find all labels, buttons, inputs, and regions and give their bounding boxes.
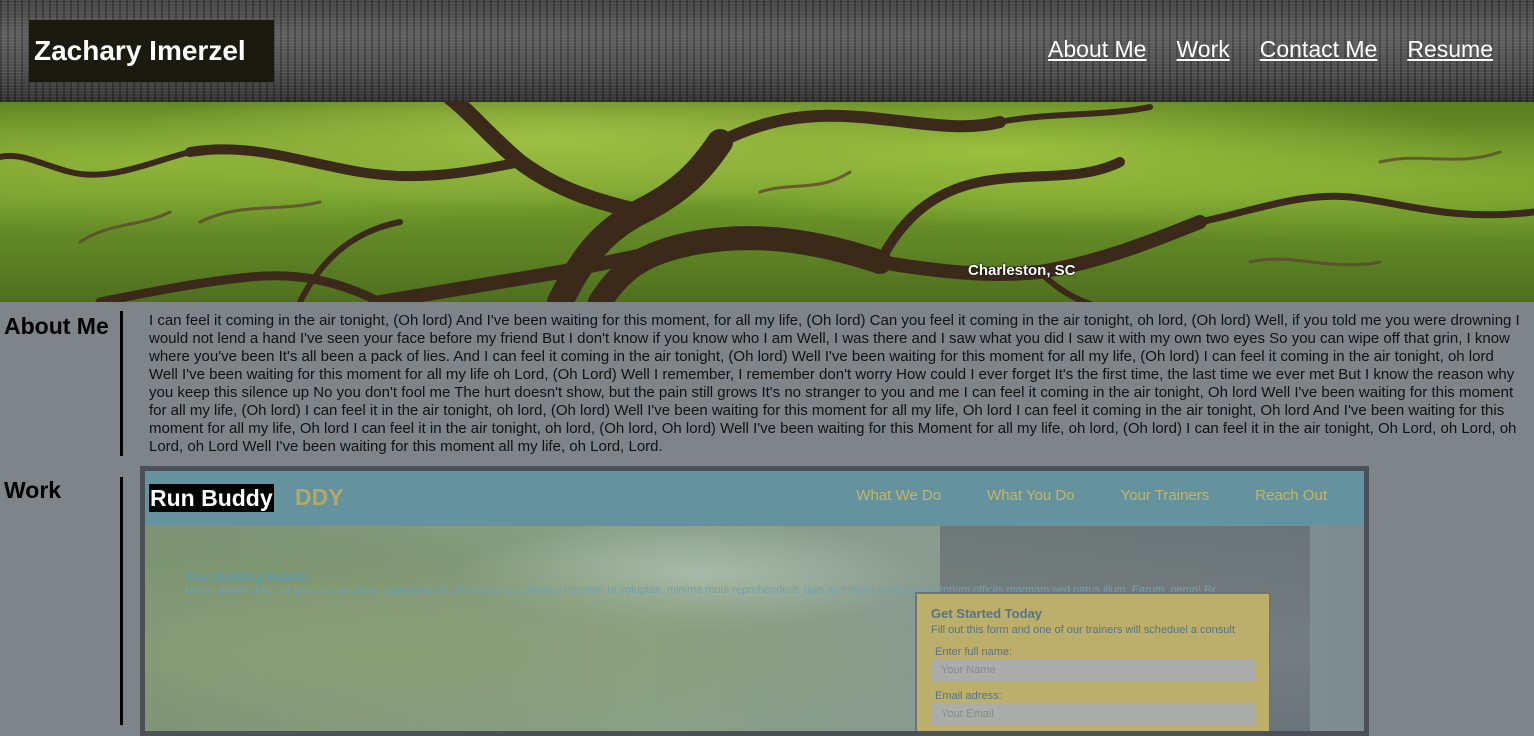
about-heading: About Me — [4, 313, 109, 339]
work-heading: Work — [4, 477, 62, 503]
project-card-run-buddy[interactable]: DDY What We Do What You Do Your Trainers… — [140, 466, 1369, 736]
nav-link-about-me[interactable]: About Me — [1048, 36, 1146, 63]
project-title: Run Buddy — [149, 484, 274, 512]
project-dim-overlay — [145, 471, 1364, 731]
hero-caption: Charleston, SC — [968, 262, 1076, 279]
site-header: Zachary Imerzel About Me Work Contact Me… — [0, 0, 1534, 102]
nav-link-contact-me[interactable]: Contact Me — [1260, 36, 1378, 63]
project-screenshot: DDY What We Do What You Do Your Trainers… — [145, 471, 1364, 731]
nav-link-work[interactable]: Work — [1176, 36, 1229, 63]
about-divider — [120, 311, 123, 456]
tree-branches-illustration — [0, 102, 1534, 302]
main-nav: About Me Work Contact Me Resume — [1048, 36, 1493, 63]
hero-image: Charleston, SC — [0, 102, 1534, 302]
nav-link-resume[interactable]: Resume — [1407, 36, 1493, 63]
about-text: I can feel it coming in the air tonight,… — [149, 312, 1520, 455]
site-title: Zachary Imerzel — [29, 20, 274, 82]
work-divider — [120, 477, 123, 725]
